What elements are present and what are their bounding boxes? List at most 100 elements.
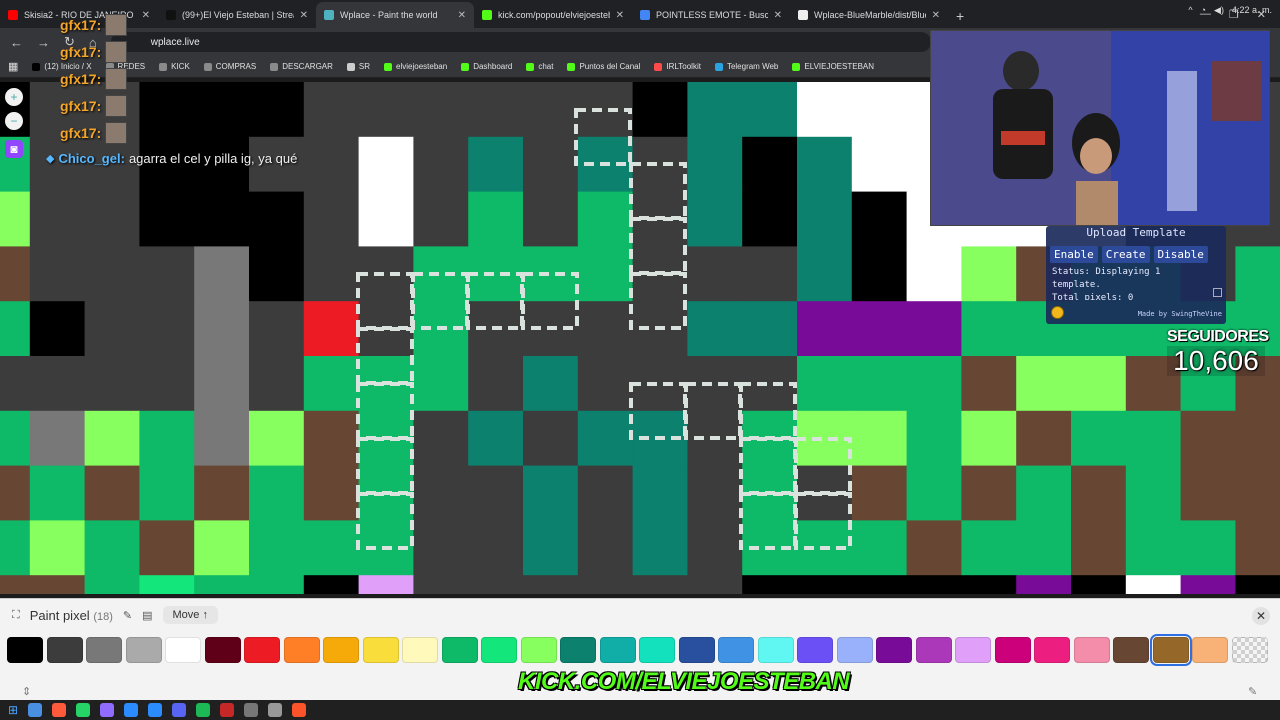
canvas-pixel[interactable] xyxy=(961,575,1017,594)
canvas-pixel[interactable] xyxy=(523,191,579,247)
canvas-pixel[interactable] xyxy=(468,520,524,576)
canvas-pixel[interactable] xyxy=(303,191,360,247)
canvas-pixel[interactable] xyxy=(303,520,360,576)
canvas-pixel[interactable] xyxy=(1016,356,1072,412)
canvas-pixel[interactable] xyxy=(29,191,86,247)
canvas-pixel[interactable] xyxy=(1125,520,1182,576)
taskbar-app-icon[interactable] xyxy=(148,703,163,717)
edit-icon[interactable]: ✎ xyxy=(1248,685,1257,698)
color-swatch[interactable] xyxy=(994,637,1031,663)
taskbar-app-icon[interactable] xyxy=(76,703,91,717)
color-swatch[interactable] xyxy=(1073,637,1110,663)
canvas-pixel[interactable] xyxy=(1071,465,1127,521)
canvas-pixel[interactable] xyxy=(194,410,250,467)
canvas-pixel[interactable] xyxy=(0,410,31,467)
canvas-pixel[interactable] xyxy=(577,301,634,357)
canvas-pixel[interactable] xyxy=(797,575,853,594)
canvas-pixel[interactable] xyxy=(29,301,86,357)
canvas-pixel[interactable] xyxy=(29,246,86,302)
canvas-pixel[interactable] xyxy=(139,356,195,412)
canvas-pixel[interactable] xyxy=(742,301,798,357)
bookmark-item[interactable]: Telegram Web xyxy=(714,62,778,71)
taskbar-app-icon[interactable] xyxy=(124,703,139,717)
new-tab-icon[interactable]: + xyxy=(948,8,972,28)
canvas-pixel[interactable] xyxy=(577,520,634,576)
canvas-pixel[interactable] xyxy=(303,136,360,193)
bookmark-item[interactable]: IRLToolkit xyxy=(654,62,701,71)
canvas-pixel[interactable] xyxy=(1125,410,1182,467)
canvas-pixel[interactable] xyxy=(906,356,962,412)
canvas-pixel[interactable] xyxy=(84,520,140,576)
canvas-pixel[interactable] xyxy=(84,575,140,594)
canvas-pixel[interactable] xyxy=(1235,410,1280,467)
canvas-pixel[interactable] xyxy=(84,191,140,247)
canvas-pixel[interactable] xyxy=(249,356,305,412)
canvas-pixel[interactable] xyxy=(249,465,305,521)
canvas-pixel[interactable] xyxy=(303,246,360,302)
canvas-pixel[interactable] xyxy=(851,575,908,594)
canvas-pixel[interactable] xyxy=(413,465,469,521)
enable-button[interactable]: Enable xyxy=(1050,246,1098,263)
color-swatch[interactable] xyxy=(323,637,359,663)
canvas-pixel[interactable] xyxy=(797,136,853,193)
canvas-pixel[interactable] xyxy=(84,410,140,467)
canvas-pixel[interactable] xyxy=(687,520,743,576)
canvas-pixel[interactable] xyxy=(797,191,853,247)
canvas-pixel[interactable] xyxy=(851,465,908,521)
canvas-pixel[interactable] xyxy=(906,410,962,467)
color-swatch[interactable] xyxy=(125,637,162,663)
bookmark-item[interactable]: SR xyxy=(346,62,370,71)
tab-close-icon[interactable]: ✕ xyxy=(142,10,150,21)
canvas-pixel[interactable] xyxy=(303,575,360,594)
canvas-pixel[interactable] xyxy=(303,356,360,412)
eraser-icon[interactable]: ▤ xyxy=(142,609,152,622)
canvas-pixel[interactable] xyxy=(249,191,305,247)
bookmark-item[interactable]: Puntos del Canal xyxy=(567,62,640,71)
canvas-pixel[interactable] xyxy=(687,191,743,247)
canvas-pixel[interactable] xyxy=(29,465,86,521)
canvas-pixel[interactable] xyxy=(1071,356,1127,412)
zoom-in-button[interactable]: + xyxy=(5,88,23,106)
canvas-pixel[interactable] xyxy=(1016,520,1072,576)
canvas-pixel[interactable] xyxy=(413,520,469,576)
forward-icon[interactable]: → xyxy=(37,35,50,50)
canvas-pixel[interactable] xyxy=(742,136,798,193)
canvas-pixel[interactable] xyxy=(961,356,1017,412)
canvas-pixel[interactable] xyxy=(1180,520,1236,576)
canvas-pixel[interactable] xyxy=(577,191,634,247)
canvas-pixel[interactable] xyxy=(29,575,86,594)
canvas-pixel[interactable] xyxy=(906,575,962,594)
pencil-icon[interactable]: ✎ xyxy=(123,609,132,622)
apps-grid-icon[interactable]: ▦ xyxy=(8,60,18,73)
transparent-color-swatch[interactable] xyxy=(1231,637,1268,663)
canvas-pixel[interactable] xyxy=(194,82,250,138)
canvas-pixel[interactable] xyxy=(84,301,140,357)
canvas-pixel[interactable] xyxy=(139,246,195,302)
canvas-pixel[interactable] xyxy=(139,410,195,467)
canvas-pixel[interactable] xyxy=(687,82,743,138)
canvas-pixel[interactable] xyxy=(797,301,853,357)
bookmark-item[interactable]: elviejoesteban xyxy=(384,62,447,71)
canvas-pixel[interactable] xyxy=(194,356,250,412)
canvas-pixel[interactable] xyxy=(961,410,1017,467)
tab-close-icon[interactable]: ✕ xyxy=(300,10,308,21)
canvas-pixel[interactable] xyxy=(851,191,908,247)
canvas-pixel[interactable] xyxy=(194,465,250,521)
canvas-pixel[interactable] xyxy=(0,520,31,576)
canvas-pixel[interactable] xyxy=(851,520,908,576)
canvas-pixel[interactable] xyxy=(249,520,305,576)
canvas-pixel[interactable] xyxy=(687,136,743,193)
browser-tab[interactable]: kick.com/popout/elviejoesteba ✕ xyxy=(474,2,632,28)
canvas-pixel[interactable] xyxy=(687,575,743,594)
zoom-out-button[interactable]: − xyxy=(5,112,23,130)
canvas-pixel[interactable] xyxy=(84,246,140,302)
canvas-pixel[interactable] xyxy=(0,356,31,412)
canvas-pixel[interactable] xyxy=(468,191,524,247)
back-icon[interactable]: ← xyxy=(10,35,23,50)
canvas-pixel[interactable] xyxy=(1180,575,1236,594)
taskbar-app-icon[interactable] xyxy=(244,703,259,717)
color-swatch[interactable] xyxy=(678,637,715,663)
canvas-pixel[interactable] xyxy=(523,520,579,576)
canvas-pixel[interactable] xyxy=(797,356,853,412)
close-paint-button[interactable]: ✕ xyxy=(1252,607,1270,625)
